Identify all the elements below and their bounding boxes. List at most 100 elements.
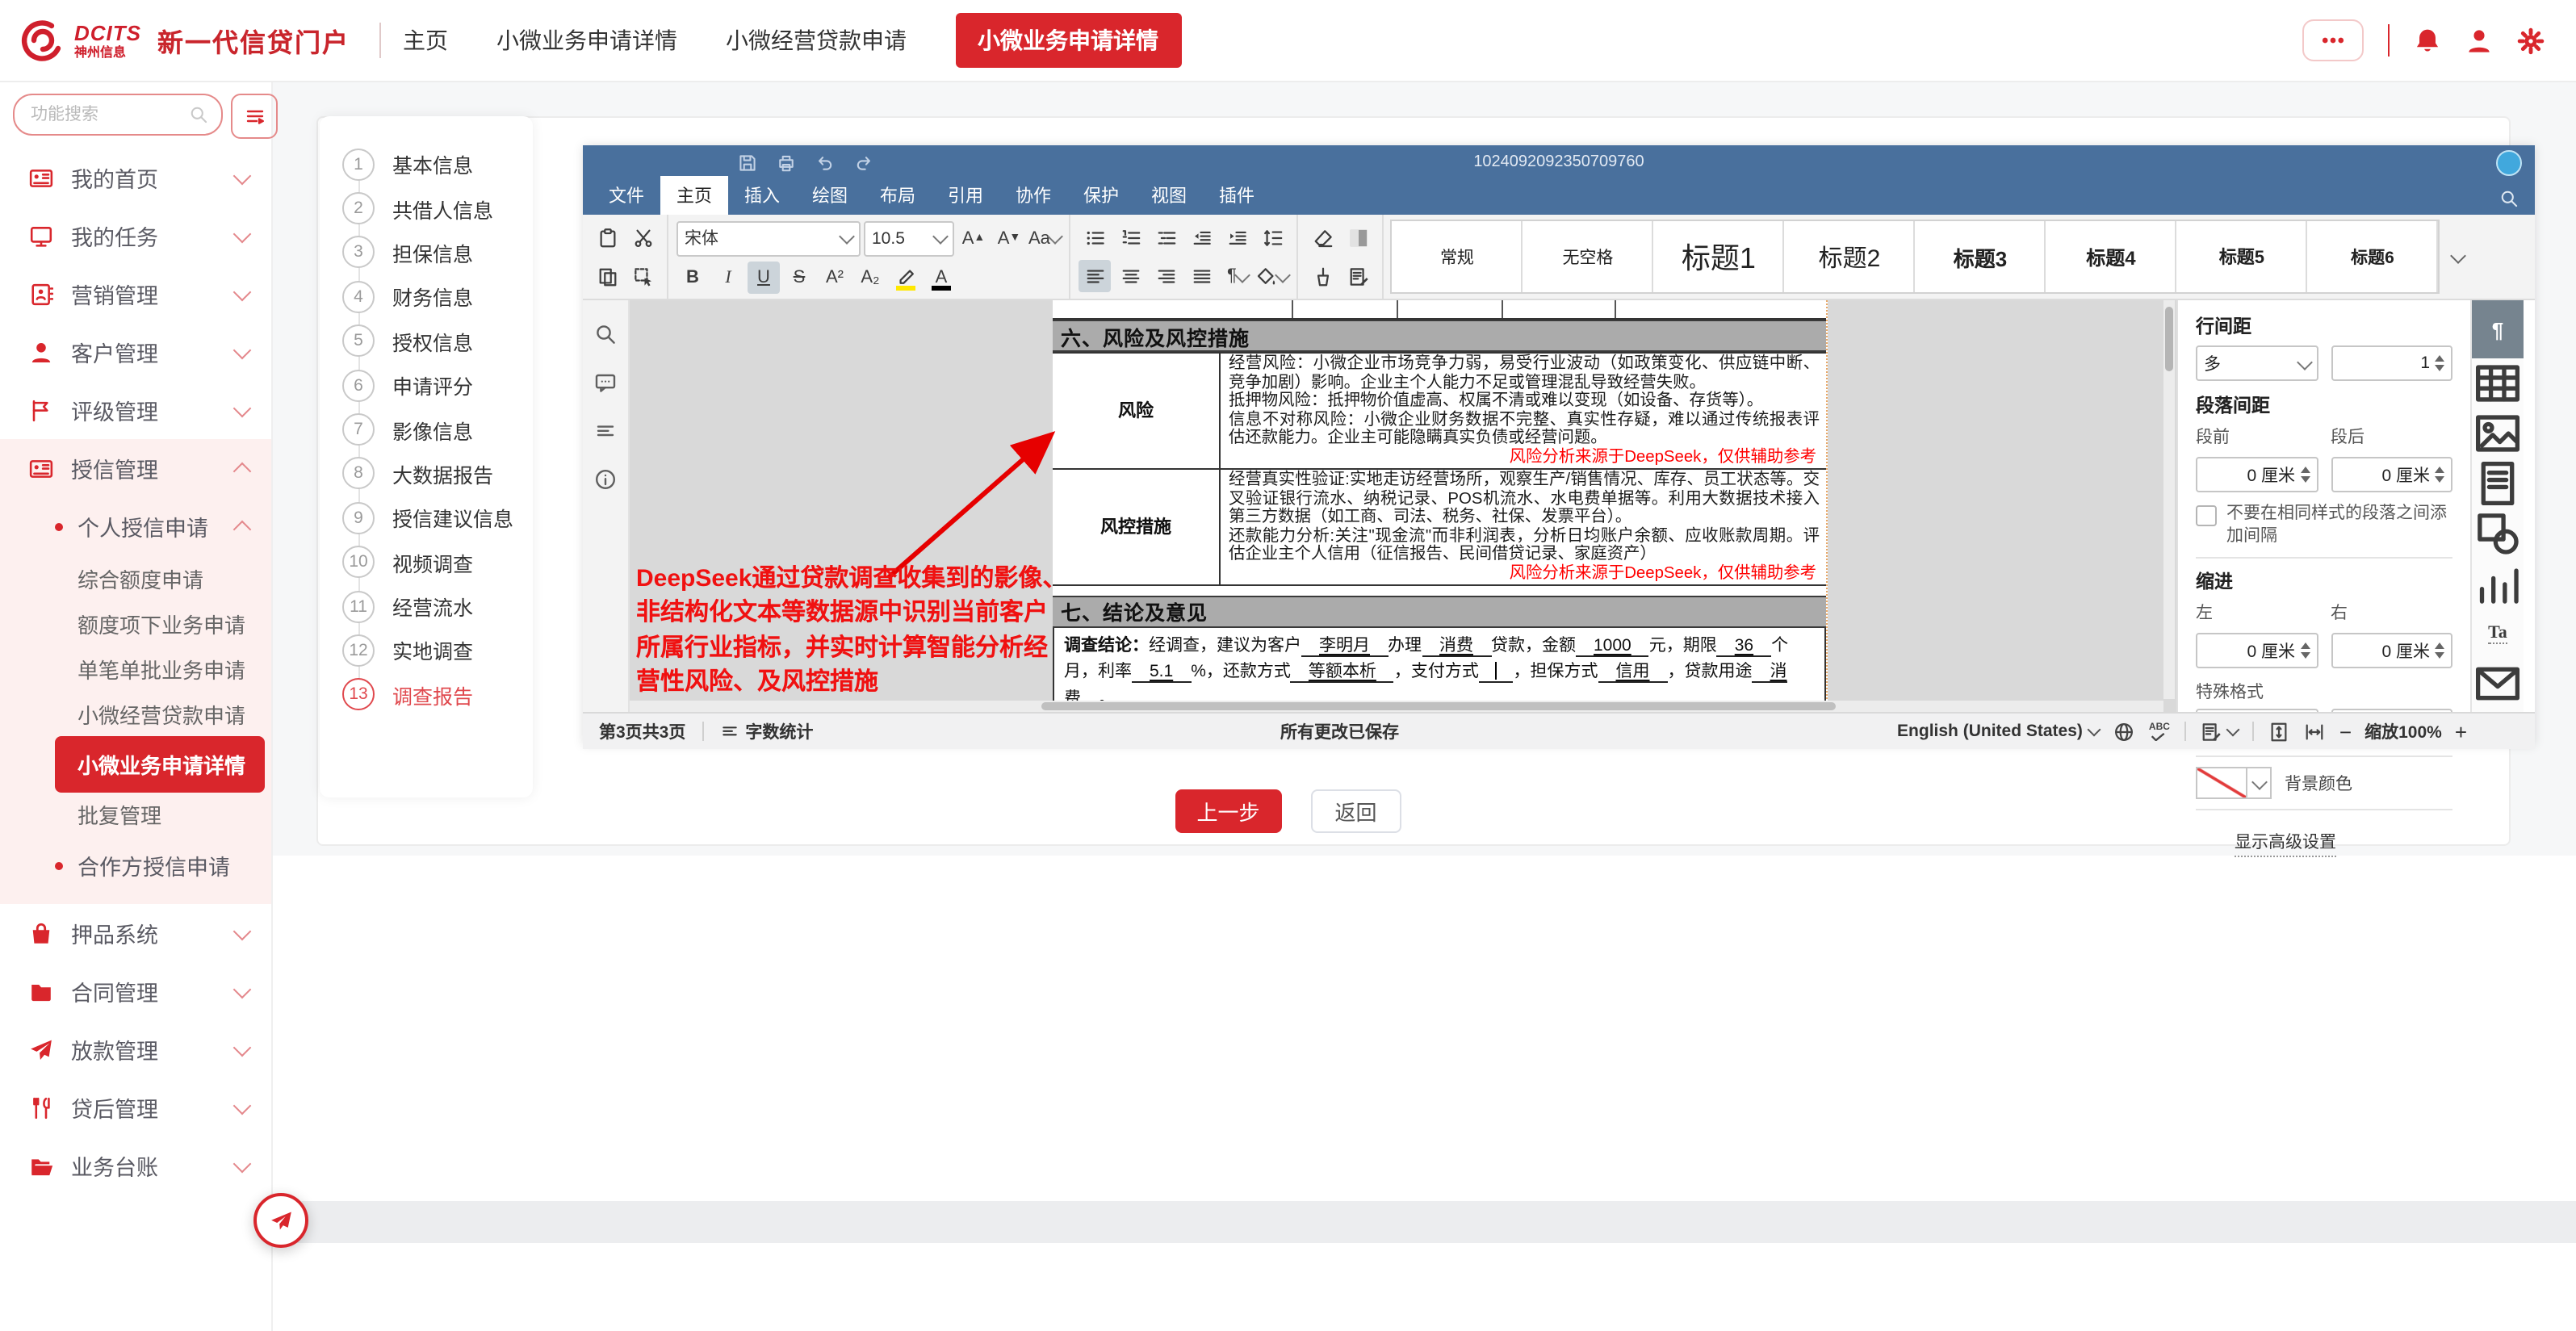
textart-icon[interactable]: Ta [2472, 609, 2524, 659]
paste-button[interactable] [591, 221, 623, 253]
editor-tab[interactable]: 插入 [728, 176, 796, 215]
shrink-font-button[interactable]: A▼ [993, 222, 1025, 254]
feedback-fab-button[interactable] [253, 1193, 308, 1248]
info-icon[interactable] [594, 468, 617, 491]
doc-edit-button[interactable] [1342, 260, 1375, 292]
strikethrough-button[interactable]: S [783, 261, 815, 293]
same-style-checkbox[interactable] [2196, 505, 2217, 526]
sidebar-item[interactable]: 额度项下业务申请 [0, 601, 271, 646]
shape-icon[interactable] [2472, 509, 2524, 559]
numbered-list-button[interactable] [1115, 221, 1147, 253]
sidebar-item[interactable]: 综合额度申请 [0, 555, 271, 601]
previous-step-button[interactable]: 上一步 [1175, 789, 1282, 833]
editor-tab[interactable]: 插件 [1203, 176, 1271, 215]
step-item[interactable]: 5 授权信息 [342, 319, 533, 363]
align-right-button[interactable] [1150, 260, 1183, 292]
style-cell[interactable]: 标题3 [1916, 221, 2046, 292]
step-item[interactable]: 3 担保信息 [342, 231, 533, 275]
underline-button[interactable]: U [748, 261, 780, 293]
sidebar-item[interactable]: 营销管理 [0, 265, 271, 323]
line-spacing-count-stepper[interactable]: 1 [2331, 345, 2452, 381]
image-icon[interactable] [2472, 408, 2524, 458]
search-icon[interactable] [594, 323, 617, 345]
spacing-after-stepper[interactable]: 0 厘米 [2331, 457, 2452, 492]
style-cell[interactable]: 标题1 [1654, 221, 1785, 292]
editor-tab[interactable]: 主页 [660, 176, 728, 215]
sidebar-collapse-button[interactable] [231, 94, 278, 139]
editor-tab[interactable]: 绘图 [796, 176, 864, 215]
step-item[interactable]: 11 经营流水 [342, 584, 533, 629]
page-icon[interactable] [2472, 458, 2524, 509]
fit-page-icon[interactable] [2268, 721, 2289, 742]
cut-button[interactable] [626, 221, 659, 253]
sidebar-item[interactable]: 批复管理 [0, 791, 271, 836]
step-item[interactable]: 1 基本信息 [342, 142, 533, 186]
editor-tab[interactable]: 视图 [1135, 176, 1203, 215]
clear-format-button[interactable] [1307, 221, 1339, 253]
sidebar-item[interactable]: 合同管理 [0, 962, 271, 1020]
back-button[interactable]: 返回 [1311, 789, 1401, 833]
sidebar-item[interactable]: 押品系统 [0, 904, 271, 962]
vertical-scrollbar[interactable] [2163, 300, 2175, 699]
bullet-list-button[interactable] [1079, 221, 1112, 253]
conclusion-paragraph[interactable]: 调查结论：经调查，建议为客户李明月办理消费贷款，金额1000元，期限36个月，利… [1053, 628, 1826, 712]
track-changes-button[interactable] [2201, 721, 2238, 742]
step-item[interactable]: 12 实地调查 [342, 629, 533, 673]
sidebar-item[interactable]: 客户管理 [0, 323, 271, 381]
sidebar-item[interactable]: 贷后管理 [0, 1078, 271, 1136]
grow-font-button[interactable]: A▲ [957, 222, 990, 254]
settings-gear-icon[interactable] [2516, 27, 2544, 54]
style-cell[interactable]: 标题4 [2046, 221, 2177, 292]
outline-icon[interactable] [594, 420, 617, 442]
sidebar-item[interactable]: 个人授信申请 [0, 497, 271, 555]
help-badge-icon[interactable] [2496, 150, 2522, 176]
nav-tab[interactable]: 小微经营贷款申请 [726, 24, 907, 57]
font-name-select[interactable]: 宋体 [676, 220, 861, 256]
language-select[interactable]: English (United States) [1897, 722, 2099, 741]
step-item[interactable]: 9 授信建议信息 [342, 496, 533, 540]
zoom-in-button[interactable]: + [2455, 719, 2467, 743]
indent-right-stepper[interactable]: 0 厘米 [2331, 634, 2452, 669]
copy-button[interactable] [591, 260, 623, 292]
editor-tab[interactable]: 布局 [864, 176, 932, 215]
undo-icon[interactable] [815, 153, 835, 172]
line-spacing-button[interactable] [1257, 221, 1289, 253]
italic-button[interactable]: I [712, 261, 744, 293]
style-cell[interactable]: 标题6 [2308, 221, 2439, 292]
shading-fill-button[interactable] [1257, 260, 1289, 292]
sidebar-item[interactable]: 单笔单批业务申请 [0, 646, 271, 691]
nav-tab[interactable]: 小微业务申请详情 [496, 24, 677, 57]
spellcheck-icon[interactable]: ABC [2149, 721, 2170, 742]
decrease-indent-button[interactable] [1186, 221, 1218, 253]
step-item[interactable]: 6 申请评分 [342, 363, 533, 408]
sidebar-item[interactable]: 小微业务申请详情 [0, 736, 271, 791]
highlight-button[interactable] [890, 261, 922, 293]
sidebar-item[interactable]: 我的任务 [0, 207, 271, 265]
style-cell[interactable]: 常规 [1393, 221, 1523, 292]
paragraph-marks-button[interactable]: ¶ [1221, 260, 1254, 292]
sidebar-item[interactable]: 评级管理 [0, 381, 271, 439]
advanced-settings-link[interactable]: 显示高级设置 [2235, 831, 2336, 858]
step-item[interactable]: 7 影像信息 [342, 408, 533, 452]
save-icon[interactable] [738, 153, 757, 172]
font-color-button[interactable]: A [925, 261, 957, 293]
font-size-select[interactable]: 10.5 [864, 220, 954, 256]
globe-icon[interactable] [2113, 721, 2134, 742]
editor-tab[interactable]: 引用 [932, 176, 999, 215]
bold-button[interactable]: B [676, 261, 709, 293]
comment-icon[interactable] [594, 371, 617, 394]
superscript-button[interactable]: A² [819, 261, 851, 293]
step-item[interactable]: 8 大数据报告 [342, 451, 533, 496]
step-item[interactable]: 10 视频调查 [342, 540, 533, 584]
styles-more-button[interactable] [2440, 215, 2478, 299]
sidebar-item[interactable]: 授信管理 [0, 439, 271, 497]
step-item[interactable]: 13 调查报告 [342, 672, 533, 717]
word-count-button[interactable]: 字数统计 [703, 719, 829, 743]
search-input[interactable] [27, 103, 157, 126]
sidebar-item[interactable]: 放款管理 [0, 1020, 271, 1078]
change-case-button[interactable]: Aa [1028, 222, 1062, 254]
editor-tab[interactable]: 文件 [593, 176, 660, 215]
select-button[interactable] [626, 260, 659, 292]
editor-tab[interactable]: 保护 [1067, 176, 1135, 215]
spacing-before-stepper[interactable]: 0 厘米 [2196, 457, 2318, 492]
